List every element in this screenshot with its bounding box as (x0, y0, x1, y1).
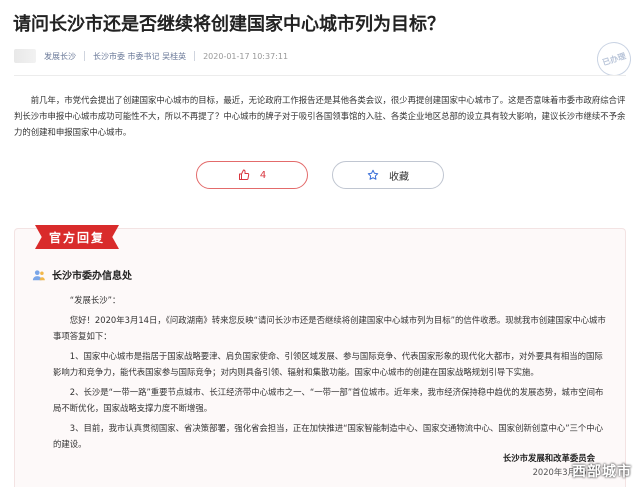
official-reply-ribbon: 官方回复 (35, 225, 119, 249)
reply-department: 长沙市委办信息处 (32, 267, 132, 282)
post-time: 2020-01-17 10:37:11 (203, 51, 289, 61)
page-title: 请问长沙市还是否继续将创建国家中心城市列为目标？ (13, 14, 445, 35)
like-count: 4 (259, 169, 267, 181)
stamp-label: 已办理 (601, 51, 627, 67)
question-meta: 发展长沙 长沙市委 市委书记 吴桂英 2020-01-17 10:37:11 (14, 48, 288, 64)
like-button[interactable]: 4 (196, 161, 308, 189)
reply-paragraph: 1、国家中心城市是指居于国家战略要津、肩负国家使命、引领区域发展、参与国际竞争、… (53, 351, 603, 377)
user-group-icon (32, 269, 45, 280)
favorite-label: 收藏 (389, 171, 409, 183)
question-content: 前几年，市党代会提出了创建国家中心城市的目标，最近，无论政府工作报告还是其他各类… (14, 95, 626, 137)
reply-greeting: “发展长沙”： (69, 295, 121, 305)
watermark: 西部城市 (572, 464, 632, 480)
action-bar: 4 收藏 (0, 161, 640, 189)
official-reply: 官方回复 长沙市委办信息处 “发展长沙”： 您好！2020年3月14日，《问政湖… (14, 225, 626, 487)
reply-paragraph: 3、目前，我市认真贯彻国家、省决策部署，强化省会担当，正在加快推进“国家智能制造… (53, 423, 604, 449)
reply-paragraph: 您好！2020年3月14日，《问政湖南》转来您反映“请问长沙市还是否继续将创建国… (53, 315, 606, 341)
reply-paragraph: 2、长沙是“一带一路”重要节点城市、长江经济带中心城市之一、“一带一部”首位城市… (53, 387, 604, 413)
author-name[interactable]: 发展长沙 (44, 51, 76, 62)
meta-divider (84, 51, 85, 61)
meta-divider (194, 51, 196, 61)
department-name: 长沙市委办信息处 (52, 271, 132, 282)
star-icon (367, 169, 379, 180)
thumbs-up-icon (238, 169, 250, 180)
question-target[interactable]: 长沙市委 市委书记 吴桂英 (93, 51, 186, 62)
reply-content: “发展长沙”： 您好！2020年3月14日，《问政湖南》转来您反映“请问长沙市还… (53, 292, 611, 452)
processed-stamp-icon: 已办理 (592, 37, 636, 81)
avatar (14, 49, 36, 63)
favorite-button[interactable]: 收藏 (332, 161, 444, 189)
divider (14, 75, 626, 76)
